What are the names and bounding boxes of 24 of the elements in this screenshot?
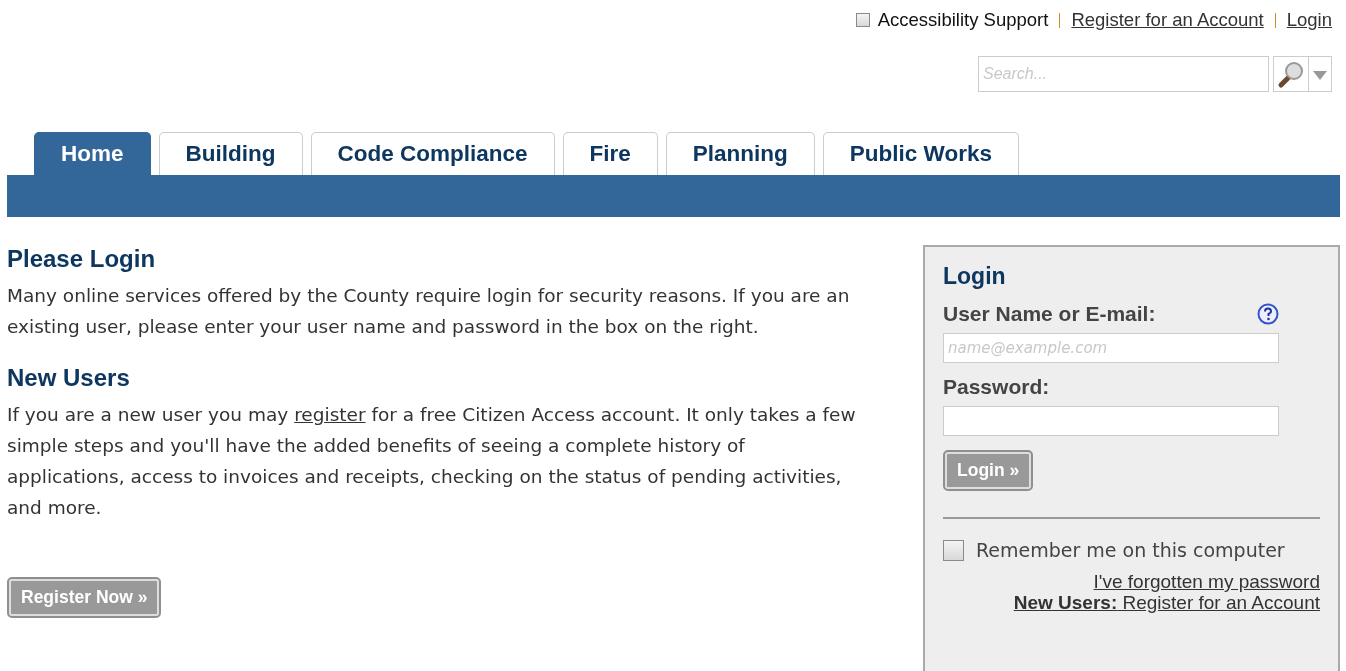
forgot-password-link[interactable]: I've forgotten my password: [1093, 571, 1320, 592]
nav-tab[interactable]: Public Works: [822, 132, 1019, 175]
nav-tab[interactable]: Planning: [665, 132, 815, 175]
password-field[interactable]: [943, 406, 1279, 436]
register-account-link[interactable]: New Users: Register for an Account: [1013, 592, 1320, 613]
intro-paragraph: Many online services offered by the County require login for security reasons. If you are an existing user, please enter your user name and password in the box on the right.: [7, 284, 851, 339]
nav-tab[interactable]: Building: [158, 132, 303, 175]
accessibility-checkbox[interactable]: [855, 13, 870, 27]
section-heading: New Users: [7, 364, 131, 392]
field-label: User Name or E-mail:: [943, 302, 1156, 326]
nav-tab[interactable]: Code Compliance: [310, 132, 555, 175]
register-link[interactable]: register: [294, 404, 366, 425]
nav-tab[interactable]: Fire: [562, 132, 658, 175]
help-icon[interactable]: [1257, 303, 1279, 325]
accessibility-label: Accessibility Support: [877, 9, 1049, 31]
header-link[interactable]: Login: [1286, 9, 1332, 31]
section-heading: Please Login: [7, 245, 157, 273]
field-label: Password:: [943, 375, 1051, 399]
header-link[interactable]: Register for an Account: [1071, 9, 1264, 31]
new-users-paragraph: If you are a new user you may register for a free Citizen Access account. It only takes a few simple steps and you'll have the added benefits of seeing a complete history of applications, access to invoices and receipts, checking on the status of pending activities, and more.: [7, 403, 857, 520]
remember-label: Remember me on this computer: [976, 539, 1285, 561]
remember-checkbox[interactable]: [943, 539, 964, 561]
panel-title: Login: [943, 263, 1007, 290]
nav-tab[interactable]: Home: [34, 132, 151, 175]
